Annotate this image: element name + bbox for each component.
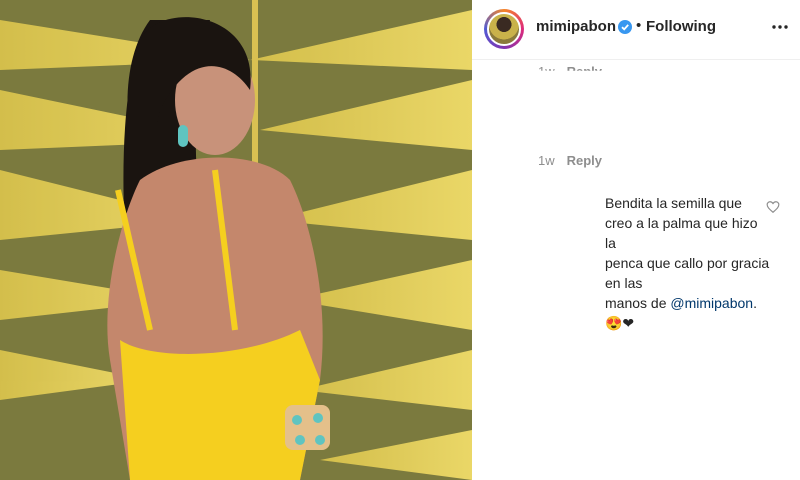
avatar[interactable] xyxy=(484,9,524,49)
comments-list[interactable]: 1w Reply 1w Reply Bendita la semilla que c… xyxy=(472,60,800,480)
post-photo[interactable] xyxy=(0,0,472,480)
comment-time: 1w xyxy=(538,64,555,79)
comment-time: 1w xyxy=(538,153,555,168)
verified-badge-icon xyxy=(618,20,632,34)
following-button[interactable]: Following xyxy=(646,18,716,35)
comment-line: penca que callo por gracia en las xyxy=(605,255,770,291)
username-link[interactable]: mimipabon xyxy=(536,18,616,35)
heart-icon[interactable] xyxy=(766,200,780,214)
photo-illustration xyxy=(0,0,472,480)
avatar-image xyxy=(487,12,521,46)
mention-link[interactable]: @mimipabon xyxy=(670,295,753,311)
more-options-icon[interactable] xyxy=(772,24,788,30)
comment-text: Bendita la semilla que creo a la palma q… xyxy=(605,193,770,333)
comment-line: manos de xyxy=(605,295,671,311)
comment-meta-cut: 1w Reply xyxy=(538,64,602,79)
comment-line: creo a la palma que hizo la xyxy=(605,215,758,251)
comment-line: Bendita la semilla que xyxy=(605,195,742,211)
reply-button[interactable]: Reply xyxy=(567,153,602,168)
comment-meta: 1w Reply xyxy=(538,153,602,168)
reply-button[interactable]: Reply xyxy=(567,64,602,71)
separator-dot: • xyxy=(636,17,642,34)
post-sidebar: mimipabon • Following 1w Reply 1w Reply Be… xyxy=(472,0,800,480)
post-header: mimipabon • Following xyxy=(472,0,800,60)
